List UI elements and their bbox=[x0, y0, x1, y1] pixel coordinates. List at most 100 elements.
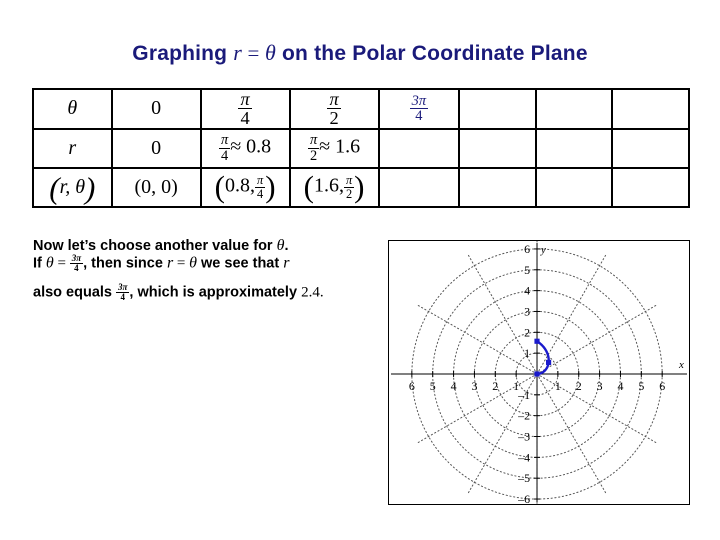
paragraph-derivation: If θ = 3π 4, then since r = θ we see that… bbox=[33, 254, 378, 302]
polar-plot: 6 5 4 3 2 1 1 2 3 4 5 6 1 2 3 4 5 6 –1 –2 –3 –4 –5 –6 x y bbox=[388, 240, 690, 505]
tick-label: 2 bbox=[576, 379, 582, 393]
cell-r-empty-1 bbox=[377, 127, 461, 169]
cell-pair-empty-1 bbox=[377, 166, 461, 208]
tick-label: 1 bbox=[524, 346, 530, 360]
line1-text-a: If bbox=[33, 255, 46, 272]
tick-label: –5 bbox=[517, 471, 530, 485]
tick-label: 3 bbox=[471, 379, 477, 393]
tick-label: –3 bbox=[517, 429, 530, 443]
approx-value: ≈ 1.6 bbox=[319, 135, 361, 158]
cell-r-empty-4 bbox=[611, 127, 690, 169]
cell-theta-3pi-over-4: 3π 4 bbox=[377, 88, 461, 130]
page-title: Graphing r = θ on the Polar Coordinate P… bbox=[0, 40, 720, 66]
paren-close: ) bbox=[354, 169, 365, 205]
cell-r-empty-3 bbox=[534, 127, 614, 169]
tick-label: 2 bbox=[492, 379, 498, 393]
title-text-prefix: Graphing bbox=[132, 42, 234, 65]
fraction: π 2 bbox=[327, 89, 341, 129]
p1-text-b: . bbox=[284, 238, 289, 254]
line1-equals-2: = bbox=[173, 255, 190, 272]
data-point-marker bbox=[534, 338, 540, 344]
paren-close: ) bbox=[265, 169, 276, 205]
paren-open: ( bbox=[303, 169, 314, 205]
approx-value: ≈ 0.8 bbox=[230, 135, 272, 158]
tick-label: 6 bbox=[659, 379, 665, 393]
line2-approx-value: 2.4 bbox=[301, 284, 320, 301]
title-variable-r: r bbox=[233, 40, 243, 65]
row-header-r: r bbox=[32, 127, 113, 169]
polar-plot-svg: 6 5 4 3 2 1 1 2 3 4 5 6123456–1–2–3–4–5–6 x y bbox=[390, 241, 688, 504]
line1-theta: θ bbox=[45, 254, 54, 272]
cell-theta-pi-over-2: π 2 bbox=[288, 88, 380, 130]
cell-theta-0: 0 bbox=[110, 88, 202, 130]
title-variable-theta: θ bbox=[264, 40, 276, 65]
line1-theta-2: θ bbox=[189, 254, 197, 272]
paren-open: ( bbox=[214, 169, 225, 205]
paren-open: ( bbox=[49, 170, 60, 206]
explanation-text: Now let’s choose another value for θ. If… bbox=[33, 238, 378, 312]
title-text-suffix: on the Polar Coordinate Plane bbox=[275, 42, 588, 65]
p1-text-a: Now let’s choose another value for bbox=[33, 238, 277, 254]
pair-first-value: 0.8 bbox=[224, 174, 250, 197]
tick-label: 5 bbox=[430, 379, 436, 393]
line2-period: . bbox=[319, 284, 324, 301]
fraction-highlighted: 3π 4 bbox=[409, 93, 429, 125]
fraction: 3π 4 bbox=[116, 281, 130, 302]
line1-equals: = bbox=[53, 255, 70, 272]
paren-close: ) bbox=[85, 170, 96, 206]
cell-pair-empty-2 bbox=[458, 166, 537, 208]
polar-values-table: θ 0 π 4 π 2 3π 4 r 0 π 4 ≈ 0.8 π 2 ≈ 1.6… bbox=[32, 88, 690, 208]
fraction: π 4 bbox=[218, 132, 231, 164]
row-header-ordered-pair: (r, θ) bbox=[32, 166, 113, 208]
cell-pair-empty-4 bbox=[611, 166, 690, 208]
tick-label: 5 bbox=[524, 263, 530, 277]
cell-r-0: 0 bbox=[110, 127, 202, 169]
tick-label: –2 bbox=[517, 409, 530, 423]
cell-theta-empty-1 bbox=[458, 88, 537, 130]
x-axis-label: x bbox=[678, 359, 684, 371]
title-equals-sign: = bbox=[242, 41, 265, 65]
fraction: π 4 bbox=[238, 89, 252, 129]
paragraph-choose-value: Now let’s choose another value for θ. bbox=[33, 238, 378, 254]
table-row: (r, θ) (0, 0) (0.8, π 4) (1.6, π 2) bbox=[32, 166, 690, 208]
tick-label: 4 bbox=[451, 379, 457, 393]
tick-label: 3 bbox=[597, 379, 603, 393]
line2-text-b: , which is approximately bbox=[129, 284, 302, 301]
ordered-pair-comma: , bbox=[65, 175, 76, 198]
cell-theta-empty-3 bbox=[611, 88, 690, 130]
row-header-theta: θ bbox=[32, 88, 113, 130]
fraction: 3π 4 bbox=[69, 253, 84, 273]
derivation-line-1: If θ = 3π 4, then since r = θ we see that… bbox=[33, 254, 378, 273]
cell-pair-1.6-pi-over-2: (1.6, π 2) bbox=[288, 166, 380, 208]
tick-label: 6 bbox=[409, 379, 415, 393]
tick-label: 4 bbox=[524, 284, 530, 298]
pair-first-value: 1.6 bbox=[313, 174, 339, 197]
tick-label: 5 bbox=[638, 379, 644, 393]
tick-label: 6 bbox=[524, 242, 530, 256]
line1-r-2: r bbox=[283, 254, 290, 272]
cell-theta-pi-over-4: π 4 bbox=[199, 88, 291, 130]
tick-label: 2 bbox=[524, 325, 530, 339]
tick-label: 3 bbox=[524, 304, 530, 318]
y-axis-label: y bbox=[540, 244, 546, 256]
line1-text-b: , then since bbox=[83, 255, 167, 272]
table-row: θ 0 π 4 π 2 3π 4 bbox=[32, 88, 690, 130]
line1-text-c: we see that bbox=[197, 255, 284, 272]
table-row: r 0 π 4 ≈ 0.8 π 2 ≈ 1.6 bbox=[32, 127, 690, 169]
tick-label: 4 bbox=[617, 379, 623, 393]
cell-r-empty-2 bbox=[458, 127, 537, 169]
fraction: π 2 bbox=[307, 132, 320, 164]
data-point-marker bbox=[546, 359, 552, 366]
cell-pair-empty-3 bbox=[534, 166, 614, 208]
cell-r-pi-over-4-approx: π 4 ≈ 0.8 bbox=[199, 127, 291, 169]
tick-label: –1 bbox=[517, 388, 530, 402]
cell-pair-0.8-pi-over-4: (0.8, π 4) bbox=[199, 166, 291, 208]
tick-label: 1 bbox=[555, 379, 561, 393]
line2-text-a: also equals bbox=[33, 284, 117, 301]
cell-theta-empty-2 bbox=[534, 88, 614, 130]
tick-label: –4 bbox=[517, 450, 530, 464]
cell-r-pi-over-2-approx: π 2 ≈ 1.6 bbox=[288, 127, 380, 169]
fraction: π4 bbox=[254, 173, 266, 201]
fraction: π2 bbox=[343, 173, 355, 201]
derivation-line-2: also equals 3π 4, which is approximately … bbox=[33, 281, 378, 302]
